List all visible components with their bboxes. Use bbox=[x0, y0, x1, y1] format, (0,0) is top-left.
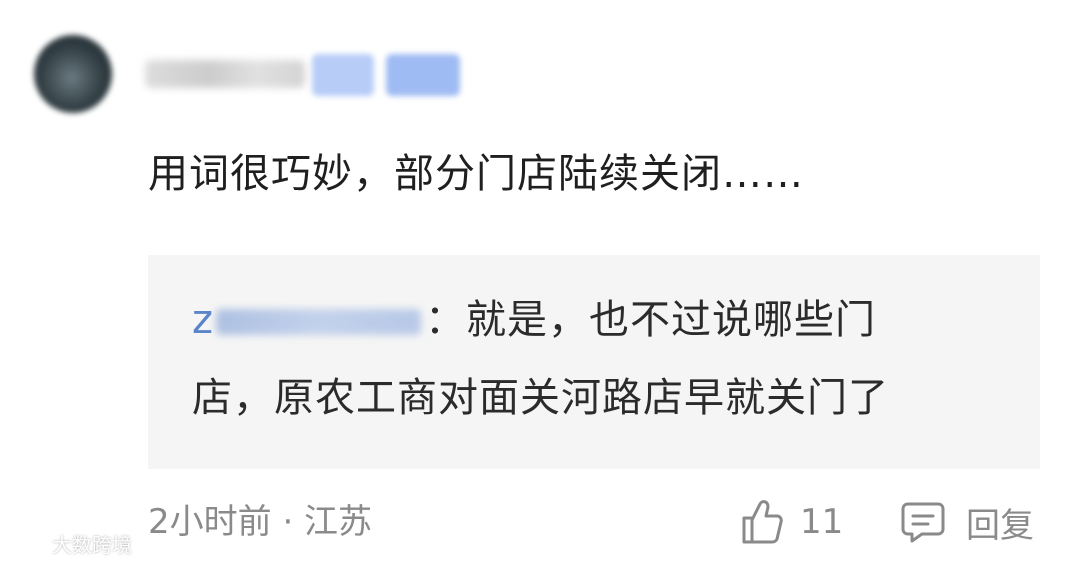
reply-label: 回复 bbox=[966, 505, 1034, 546]
user-badge-blurred bbox=[312, 54, 374, 96]
reply-button[interactable]: 回复 bbox=[900, 497, 1034, 547]
reply-text-line-1: ：就是，也不过说哪些门 bbox=[425, 297, 876, 343]
watermark: 大数跨境 bbox=[8, 528, 132, 558]
reply-line-1: z ：就是，也不过说哪些门 bbox=[192, 292, 876, 348]
reply-username-initial[interactable]: z bbox=[192, 297, 214, 343]
comment-text: 用词很巧妙，部分门店陆续关闭…… bbox=[148, 151, 804, 197]
watermark-text: 大数跨境 bbox=[52, 532, 132, 557]
user-level-badge-blurred bbox=[386, 54, 460, 96]
reply-username-blurred[interactable] bbox=[216, 309, 421, 335]
like-button[interactable]: 11 bbox=[740, 497, 843, 547]
thumbs-up-icon[interactable] bbox=[740, 498, 784, 546]
comment-bubble-icon[interactable] bbox=[900, 499, 946, 545]
watermark-logo-icon bbox=[9, 535, 46, 550]
comment-item: 用词很巧妙，部分门店陆续关闭…… z ：就是，也不过说哪些门 店，原农工商对面关河… bbox=[0, 0, 1080, 565]
username-blurred[interactable] bbox=[145, 60, 305, 88]
reply-preview[interactable]: z ：就是，也不过说哪些门 店，原农工商对面关河路店早就关门了 bbox=[148, 255, 1040, 469]
reply-text-line-2: 店，原农工商对面关河路店早就关门了 bbox=[192, 375, 889, 421]
timestamp-location: 2小时前 · 江苏 bbox=[148, 502, 373, 542]
avatar[interactable] bbox=[34, 35, 112, 113]
like-count: 11 bbox=[800, 502, 844, 542]
